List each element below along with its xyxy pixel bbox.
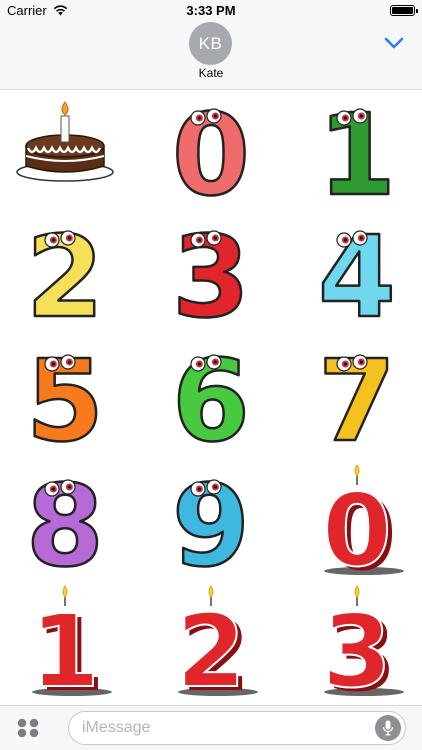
battery-icon	[390, 5, 418, 16]
sticker-candle-number-3[interactable]: 33	[292, 583, 422, 705]
conversation-header: KB Kate	[0, 22, 422, 90]
cartoon-number-3-icon: 3	[171, 212, 251, 345]
clock: 3:33 PM	[186, 3, 236, 18]
chevron-down-icon[interactable]	[384, 36, 404, 50]
sticker-cartoon-number-2[interactable]: 2	[0, 212, 130, 345]
sticker-grid: 012345678900112233	[0, 91, 422, 705]
sticker-label: 3	[322, 593, 392, 705]
cartoon-number-5-icon: 5	[25, 336, 105, 469]
sticker-cartoon-number-8[interactable]: 8	[0, 461, 130, 594]
candle-number-3-icon: 33	[321, 585, 404, 705]
sticker-label: 1	[30, 593, 100, 705]
sticker-cartoon-number-0[interactable]: 0	[146, 91, 276, 222]
candle-number-0-icon: 00	[321, 464, 404, 593]
sticker-cartoon-number-5[interactable]: 5	[0, 336, 130, 469]
cartoon-number-4-icon: 4	[317, 212, 397, 345]
sticker-cartoon-number-7[interactable]: 7	[292, 336, 422, 469]
cartoon-number-1-icon: 1	[317, 91, 397, 222]
contact-name[interactable]: Kate	[0, 66, 422, 80]
sticker-cartoon-number-4[interactable]: 4	[292, 212, 422, 345]
sticker-cartoon-number-3[interactable]: 3	[146, 212, 276, 345]
sticker-birthday-cake[interactable]	[0, 91, 130, 209]
cartoon-number-2-icon: 2	[25, 212, 105, 345]
cartoon-number-8-icon: 8	[25, 461, 105, 594]
cartoon-number-9-icon: 9	[171, 461, 251, 594]
message-input-bar	[0, 705, 422, 750]
cartoon-number-0-icon: 0	[171, 91, 251, 222]
cartoon-number-6-icon: 6	[171, 336, 251, 469]
message-field[interactable]	[68, 711, 406, 745]
candle-number-1-icon: 11	[29, 585, 112, 705]
cartoon-number-7-icon: 7	[317, 336, 397, 469]
candle-number-2-icon: 22	[175, 585, 258, 705]
sticker-cartoon-number-6[interactable]: 6	[146, 336, 276, 469]
sticker-candle-number-1[interactable]: 11	[0, 583, 130, 705]
sticker-label: 0	[322, 472, 392, 589]
avatar[interactable]: KB	[189, 22, 232, 65]
message-input[interactable]	[69, 712, 359, 744]
sticker-cartoon-number-1[interactable]: 1	[292, 91, 422, 222]
sticker-cartoon-number-9[interactable]: 9	[146, 461, 276, 594]
status-bar: Carrier 3:33 PM	[0, 0, 422, 22]
birthday-cake-icon	[16, 101, 114, 182]
app-drawer-icon[interactable]	[16, 717, 40, 739]
sticker-label: 2	[176, 593, 246, 705]
sticker-candle-number-0[interactable]: 00	[292, 462, 422, 593]
sticker-candle-number-2[interactable]: 22	[146, 583, 276, 705]
microphone-icon[interactable]	[375, 715, 401, 741]
